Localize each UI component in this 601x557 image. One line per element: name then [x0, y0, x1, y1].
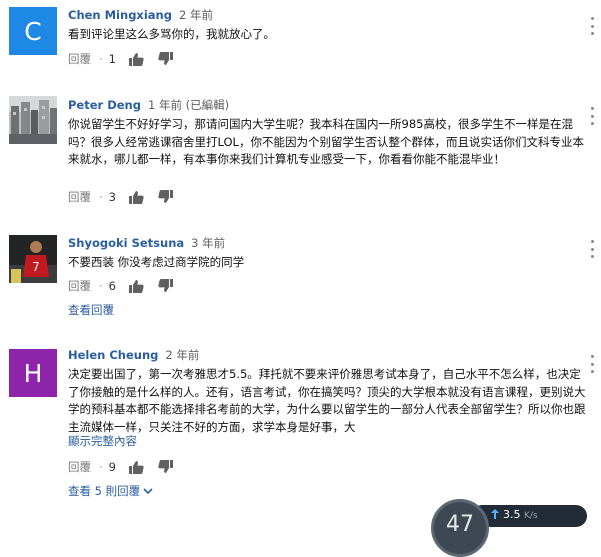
comment-author[interactable]: Helen Cheung — [68, 348, 158, 362]
separator-dot: · — [99, 279, 103, 293]
thumb-up-icon[interactable] — [128, 52, 144, 66]
thumb-down-icon[interactable] — [158, 190, 174, 204]
avatar-letter: C — [24, 16, 42, 46]
like-count: 9 — [108, 460, 116, 474]
thumb-up-icon[interactable] — [128, 460, 144, 474]
comment-time[interactable]: 3 年前 — [191, 236, 225, 250]
comment-author[interactable]: Shyogoki Setsuna — [68, 236, 184, 250]
thumb-up-icon[interactable] — [128, 279, 144, 293]
comment-text: 你说留学生不好好学习，那请问国内大学生呢？我本科在国内一所985高校，很多学生不… — [68, 117, 584, 167]
speed-unit: K/s — [524, 511, 538, 521]
view-replies-link[interactable]: 查看回覆 — [68, 302, 114, 318]
edited-label: (已編輯) — [185, 98, 230, 112]
speed-readout: 3.5 K/s — [503, 508, 538, 521]
comment-time[interactable]: 2 年前 — [165, 348, 199, 362]
comment-author[interactable]: Peter Deng — [68, 98, 141, 112]
reply-button[interactable]: 回覆 — [68, 189, 91, 205]
comment-actions: 回覆 · 3 — [68, 188, 188, 206]
comment-header: Chen Mingxiang 2 年前 — [68, 5, 588, 25]
comment-body: Helen Cheung 2 年前 决定要出国了，第一次考雅思才5.5。拜托就不要… — [68, 345, 588, 498]
avatar[interactable]: H — [9, 349, 57, 397]
comment-text: 看到评论里这么多骂你的，我就放心了。 — [68, 27, 275, 41]
avatar-letter: H — [23, 358, 43, 388]
comment-author[interactable]: Chen Mingxiang — [68, 8, 172, 22]
comment-time[interactable]: 1 年前 — [148, 98, 182, 112]
speed-value: 3.5 — [503, 508, 521, 521]
avatar-photo — [9, 96, 57, 144]
like-count: 3 — [108, 190, 116, 204]
comment-actions: 回覆 · 9 — [68, 458, 188, 476]
avatar[interactable]: C — [9, 7, 57, 55]
separator-dot: · — [99, 52, 103, 66]
thumb-down-icon[interactable] — [158, 52, 174, 66]
comment-header: Helen Cheung 2 年前 — [68, 345, 588, 365]
separator-dot: · — [99, 190, 103, 204]
thumb-down-icon[interactable] — [158, 460, 174, 474]
more-vert-icon[interactable] — [589, 239, 595, 259]
more-vert-icon[interactable] — [589, 16, 595, 36]
chevron-down-icon — [143, 488, 153, 495]
like-count: 1 — [108, 52, 116, 66]
avatar[interactable]: 7 — [9, 235, 57, 283]
separator-dot: · — [99, 460, 103, 474]
reply-button[interactable]: 回覆 — [68, 459, 91, 475]
thumb-down-icon[interactable] — [158, 279, 174, 293]
view-replies-link[interactable]: 查看 5 則回覆 — [68, 483, 153, 499]
reply-button[interactable]: 回覆 — [68, 51, 91, 67]
comment-header: Shyogoki Setsuna 3 年前 — [68, 233, 588, 253]
speed-ball[interactable]: 47 — [431, 499, 489, 557]
comment-body: Chen Mingxiang 2 年前 看到评论里这么多骂你的，我就放心了。 回覆… — [68, 5, 588, 66]
show-more-link[interactable]: 顯示完整內容 — [68, 433, 137, 449]
comment-body: Shyogoki Setsuna 3 年前 不要西装 你没考虑过商学院的同学 回覆… — [68, 233, 588, 317]
svg-text:7: 7 — [32, 260, 40, 274]
network-speed-widget[interactable]: 47 3.5 K/s — [431, 499, 591, 557]
comment-header: Peter Deng 1 年前 (已編輯) — [68, 95, 588, 115]
more-vert-icon[interactable] — [589, 354, 595, 374]
comment-time[interactable]: 2 年前 — [179, 8, 213, 22]
view-replies-label: 查看 5 則回覆 — [68, 484, 141, 498]
avatar-photo: 7 — [9, 235, 57, 283]
comment-actions: 回覆 · 1 — [68, 50, 188, 68]
comment-actions: 回覆 · 6 — [68, 277, 188, 295]
comment-body: Peter Deng 1 年前 (已編輯) 你说留学生不好好学习，那请问国内大学生… — [68, 95, 588, 204]
comment-text: 决定要出国了，第一次考雅思才5.5。拜托就不要来评价雅思考试本身了，自己水平不怎… — [68, 367, 586, 434]
arrow-up-icon — [491, 509, 499, 519]
like-count: 6 — [108, 279, 116, 293]
thumb-up-icon[interactable] — [128, 190, 144, 204]
comment-text: 不要西装 你没考虑过商学院的同学 — [68, 255, 245, 269]
reply-button[interactable]: 回覆 — [68, 278, 91, 294]
more-vert-icon[interactable] — [589, 106, 595, 126]
speed-ball-number: 47 — [446, 512, 474, 537]
avatar[interactable] — [9, 96, 57, 144]
